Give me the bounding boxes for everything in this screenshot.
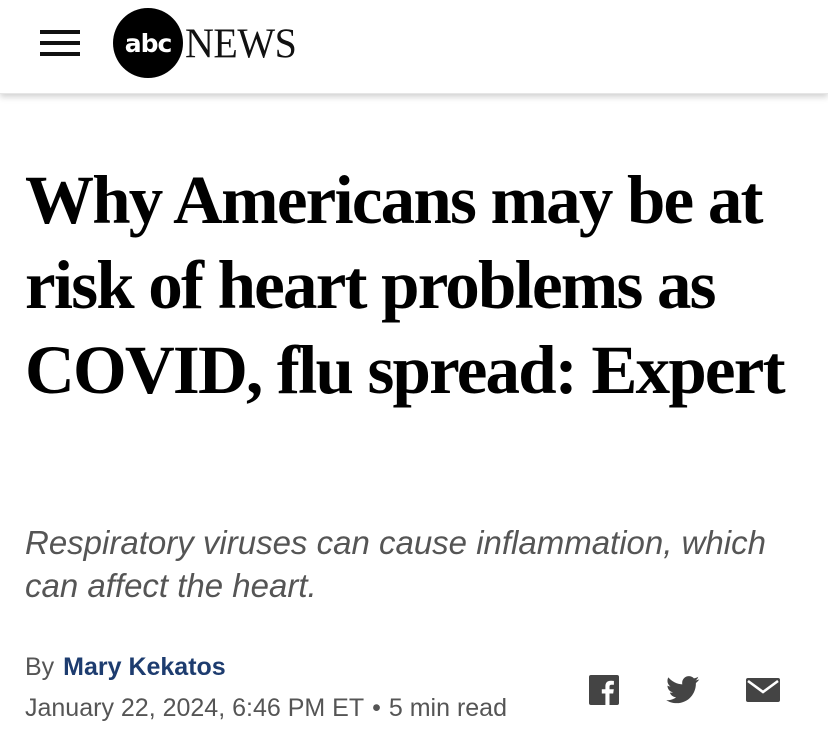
read-time: 5 min read [388, 694, 507, 722]
article-subheadline: Respiratory viruses can cause inflammati… [25, 524, 766, 604]
byline: By Mary Kekatos [25, 653, 226, 682]
hamburger-menu-icon[interactable] [40, 28, 80, 58]
facebook-share-button[interactable] [589, 672, 619, 708]
abc-news-logo[interactable]: abc NEWS [113, 8, 297, 78]
email-icon [746, 678, 780, 702]
publish-date: January 22, 2024, 6:46 PM ET [25, 694, 365, 722]
email-share-button[interactable] [746, 672, 780, 708]
article-meta: January 22, 2024, 6:46 PM ET • 5 min read [25, 694, 507, 723]
menu-bar [40, 30, 80, 34]
logo-circle: abc [113, 8, 183, 78]
article-headline: Why Americans may be at risk of heart pr… [25, 162, 786, 408]
logo-wordmark: NEWS [185, 19, 297, 67]
menu-bar [40, 52, 80, 56]
facebook-icon [589, 675, 619, 705]
twitter-share-button[interactable] [666, 672, 700, 708]
site-header: abc NEWS [0, 0, 828, 94]
meta-separator: • [372, 694, 381, 722]
byline-prefix: By [25, 653, 55, 681]
author-link[interactable]: Mary Kekatos [63, 653, 226, 681]
twitter-icon [666, 676, 700, 704]
menu-bar [40, 41, 80, 45]
